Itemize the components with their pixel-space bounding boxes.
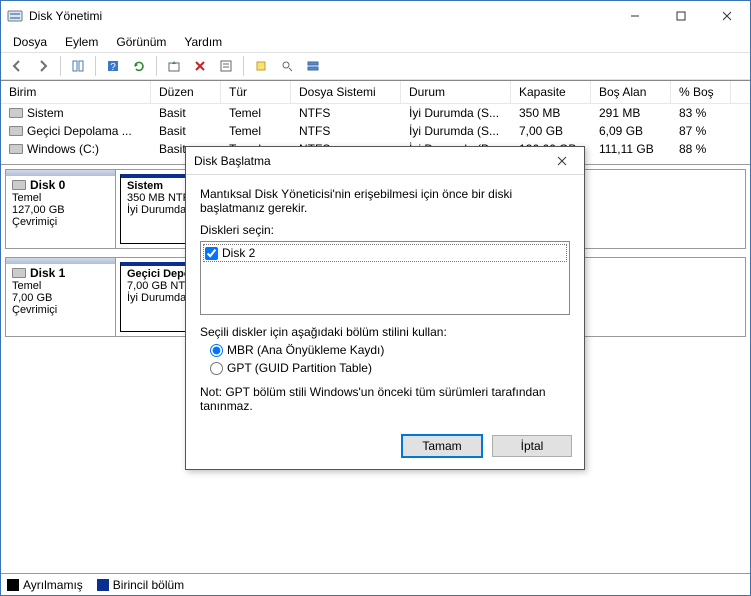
show-hide-tree-button[interactable] (66, 54, 90, 78)
column-header-free[interactable]: Boş Alan (591, 81, 671, 103)
disk-size: 127,00 GB (12, 204, 109, 216)
volume-cell: 83 % (671, 105, 731, 121)
legend-primary: Birincil bölüm (97, 577, 184, 592)
minimize-button[interactable] (612, 1, 658, 31)
volume-list-header: Birim Düzen Tür Dosya Sistemi Durum Kapa… (1, 81, 750, 104)
menu-action[interactable]: Eylem (57, 33, 106, 51)
partition-style-label: Seçili diskler için aşağıdaki bölüm stil… (200, 325, 570, 339)
dialog-close-button[interactable] (548, 147, 576, 174)
volume-cell: Basit (151, 123, 221, 139)
cancel-button[interactable]: İptal (492, 435, 572, 457)
menu-view[interactable]: Görünüm (108, 33, 174, 51)
volume-cell: 6,09 GB (591, 123, 671, 139)
disk-name: Disk 1 (12, 266, 109, 280)
volume-cell: İyi Durumda (S... (401, 105, 511, 121)
view-button[interactable] (301, 54, 325, 78)
volume-cell: 7,00 GB (511, 123, 591, 139)
column-header-type[interactable]: Tür (221, 81, 291, 103)
volume-row[interactable]: Geçici Depolama ...BasitTemelNTFSİyi Dur… (1, 122, 750, 140)
volume-icon (9, 126, 23, 136)
volume-cell: NTFS (291, 105, 401, 121)
legend: Ayrılmamış Birincil bölüm (1, 573, 750, 595)
disk-select-item[interactable]: Disk 2 (203, 244, 567, 262)
disk-size: 7,00 GB (12, 292, 109, 304)
menu-file[interactable]: Dosya (5, 33, 55, 51)
disk-type: Temel (12, 192, 109, 204)
volume-cell: 291 MB (591, 105, 671, 121)
close-button[interactable] (704, 1, 750, 31)
disk-management-icon (7, 8, 23, 24)
column-header-capacity[interactable]: Kapasite (511, 81, 591, 103)
initialize-disk-dialog: Disk Başlatma Mantıksal Disk Yöneticisi'… (185, 146, 585, 470)
gpt-option[interactable]: GPT (GUID Partition Table) (210, 361, 570, 375)
volume-cell: Geçici Depolama ... (1, 123, 151, 139)
toolbar: ? (1, 52, 750, 80)
volume-cell: NTFS (291, 123, 401, 139)
volume-row[interactable]: SistemBasitTemelNTFSİyi Durumda (S...350… (1, 104, 750, 122)
disk-status: Çevrimiçi (12, 216, 109, 228)
export-button[interactable] (162, 54, 186, 78)
refresh-button[interactable] (127, 54, 151, 78)
disk-2-label: Disk 2 (222, 246, 255, 260)
back-button[interactable] (5, 54, 29, 78)
volume-cell: Temel (221, 105, 291, 121)
disk-select-list[interactable]: Disk 2 (200, 241, 570, 315)
volume-cell: 87 % (671, 123, 731, 139)
column-header-volume[interactable]: Birim (1, 81, 151, 103)
find-button[interactable] (275, 54, 299, 78)
new-button[interactable] (249, 54, 273, 78)
volume-icon (9, 144, 23, 154)
select-disks-label: Diskleri seçin: (200, 223, 570, 237)
disk-2-checkbox[interactable] (205, 247, 218, 260)
column-header-layout[interactable]: Düzen (151, 81, 221, 103)
disk-name: Disk 0 (12, 178, 109, 192)
disk-type: Temel (12, 280, 109, 292)
volume-icon (9, 108, 23, 118)
legend-unallocated: Ayrılmamış (7, 577, 83, 592)
column-header-fs[interactable]: Dosya Sistemi (291, 81, 401, 103)
dialog-title: Disk Başlatma (194, 154, 548, 168)
disk-info[interactable]: Disk 0Temel127,00 GBÇevrimiçi (6, 170, 116, 248)
menubar: Dosya Eylem Görünüm Yardım (1, 31, 750, 52)
volume-cell: 350 MB (511, 105, 591, 121)
column-header-status[interactable]: Durum (401, 81, 511, 103)
window-title: Disk Yönetimi (29, 9, 612, 23)
column-header-pctfree[interactable]: % Boş (671, 81, 731, 103)
volume-cell: Sistem (1, 105, 151, 121)
volume-cell: Basit (151, 105, 221, 121)
mbr-option[interactable]: MBR (Ana Önyükleme Kaydı) (210, 343, 570, 357)
volume-cell: Windows (C:) (1, 141, 151, 157)
menu-help[interactable]: Yardım (176, 33, 230, 51)
titlebar: Disk Yönetimi (1, 1, 750, 31)
disk-status: Çevrimiçi (12, 304, 109, 316)
dialog-intro: Mantıksal Disk Yöneticisi'nin erişebilme… (200, 187, 570, 215)
volume-cell: 111,11 GB (591, 141, 671, 157)
ok-button[interactable]: Tamam (402, 435, 482, 457)
mbr-radio[interactable] (210, 344, 223, 357)
gpt-note: Not: GPT bölüm stili Windows'un önceki t… (200, 385, 570, 413)
forward-button[interactable] (31, 54, 55, 78)
help-button[interactable]: ? (101, 54, 125, 78)
delete-button[interactable] (188, 54, 212, 78)
maximize-button[interactable] (658, 1, 704, 31)
svg-text:?: ? (110, 62, 116, 73)
volume-cell: Temel (221, 123, 291, 139)
volume-cell: İyi Durumda (S... (401, 123, 511, 139)
properties-button[interactable] (214, 54, 238, 78)
volume-cell: 88 % (671, 141, 731, 157)
gpt-radio[interactable] (210, 362, 223, 375)
disk-info[interactable]: Disk 1Temel7,00 GBÇevrimiçi (6, 258, 116, 336)
